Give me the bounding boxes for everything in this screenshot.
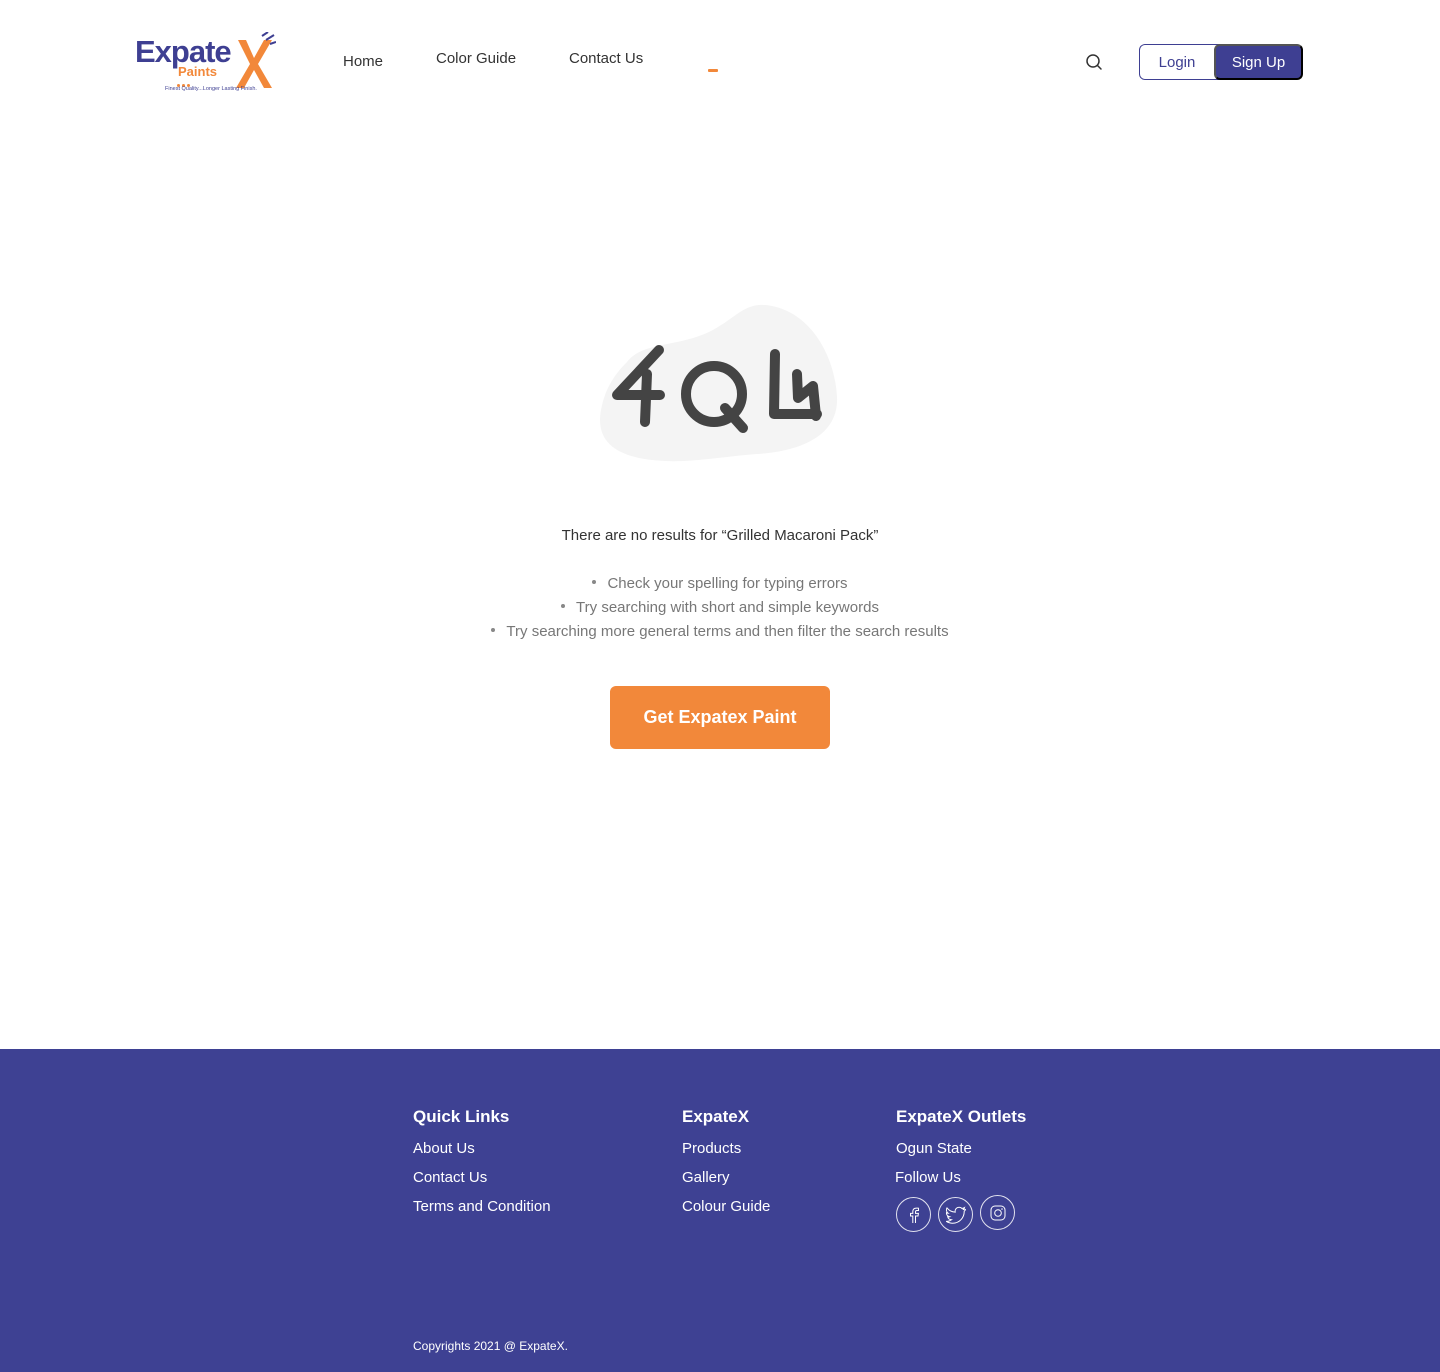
list-item: Try searching more general terms and the… (0, 622, 1440, 646)
footer-heading: Quick Links (413, 1107, 510, 1126)
copyright-text: Copyrights 2021 @ ExpateX. (413, 1339, 568, 1353)
footer-link-about-us[interactable]: About Us (413, 1140, 551, 1169)
footer-heading: ExpateX Outlets (896, 1107, 1027, 1126)
site-header: Expate Paints Finest Quality...Longer La… (0, 0, 1440, 120)
tip-text: Try searching more general terms and the… (506, 623, 949, 640)
tip-text: Check your spelling for typing errors (607, 575, 848, 592)
instagram-icon[interactable] (980, 1195, 1015, 1230)
bullet-icon (491, 628, 496, 633)
footer-quick-links: Quick Links About Us Contact Us Terms an… (413, 1107, 551, 1227)
footer-outlets: ExpateX Outlets Ogun State Follow Us (895, 1107, 1027, 1188)
search-icon[interactable] (1084, 52, 1104, 72)
signup-button[interactable]: Sign Up (1214, 44, 1303, 80)
nav-active-indicator (708, 69, 718, 72)
auth-buttons: Login Sign Up (1139, 44, 1303, 80)
list-item: Try searching with short and simple keyw… (0, 598, 1440, 622)
follow-us-label: Follow Us (895, 1169, 961, 1186)
logo-tagline: Finest Quality...Longer Lasting Finish. (165, 86, 257, 92)
footer-expatex: ExpateX Products Gallery Colour Guide (682, 1107, 770, 1227)
footer-link-ogun-state[interactable]: Ogun State (896, 1140, 1026, 1169)
list-item: Check your spelling for typing errors (0, 574, 1440, 598)
footer-link-gallery[interactable]: Gallery (682, 1169, 770, 1198)
logo-sub: Paints (178, 64, 218, 79)
site-footer: Quick Links About Us Contact Us Terms an… (0, 1049, 1440, 1372)
nav-contact-us[interactable]: Contact Us (569, 50, 643, 67)
facebook-icon[interactable] (896, 1197, 931, 1232)
bullet-icon (561, 604, 566, 609)
logo-x-mark (236, 32, 276, 88)
search-tips-list: Check your spelling for typing errors Tr… (0, 574, 1440, 646)
tip-text: Try searching with short and simple keyw… (576, 599, 879, 616)
footer-link-colour-guide[interactable]: Colour Guide (682, 1198, 770, 1227)
no-results-message: There are no results for “Grilled Macaro… (561, 527, 879, 544)
footer-heading: ExpateX (682, 1107, 750, 1126)
get-expatex-paint-button[interactable]: Get Expatex Paint (610, 686, 830, 749)
footer-link-contact-us[interactable]: Contact Us (413, 1169, 551, 1198)
twitter-icon[interactable] (938, 1197, 973, 1232)
footer-link-products[interactable]: Products (682, 1140, 770, 1169)
brand-logo[interactable]: Expate Paints Finest Quality...Longer La… (135, 30, 280, 96)
nav-home[interactable]: Home (343, 53, 383, 70)
nav-color-guide[interactable]: Color Guide (436, 50, 516, 67)
footer-link-terms[interactable]: Terms and Condition (413, 1198, 551, 1227)
not-found-illustration (597, 302, 841, 464)
bullet-icon (592, 580, 597, 585)
